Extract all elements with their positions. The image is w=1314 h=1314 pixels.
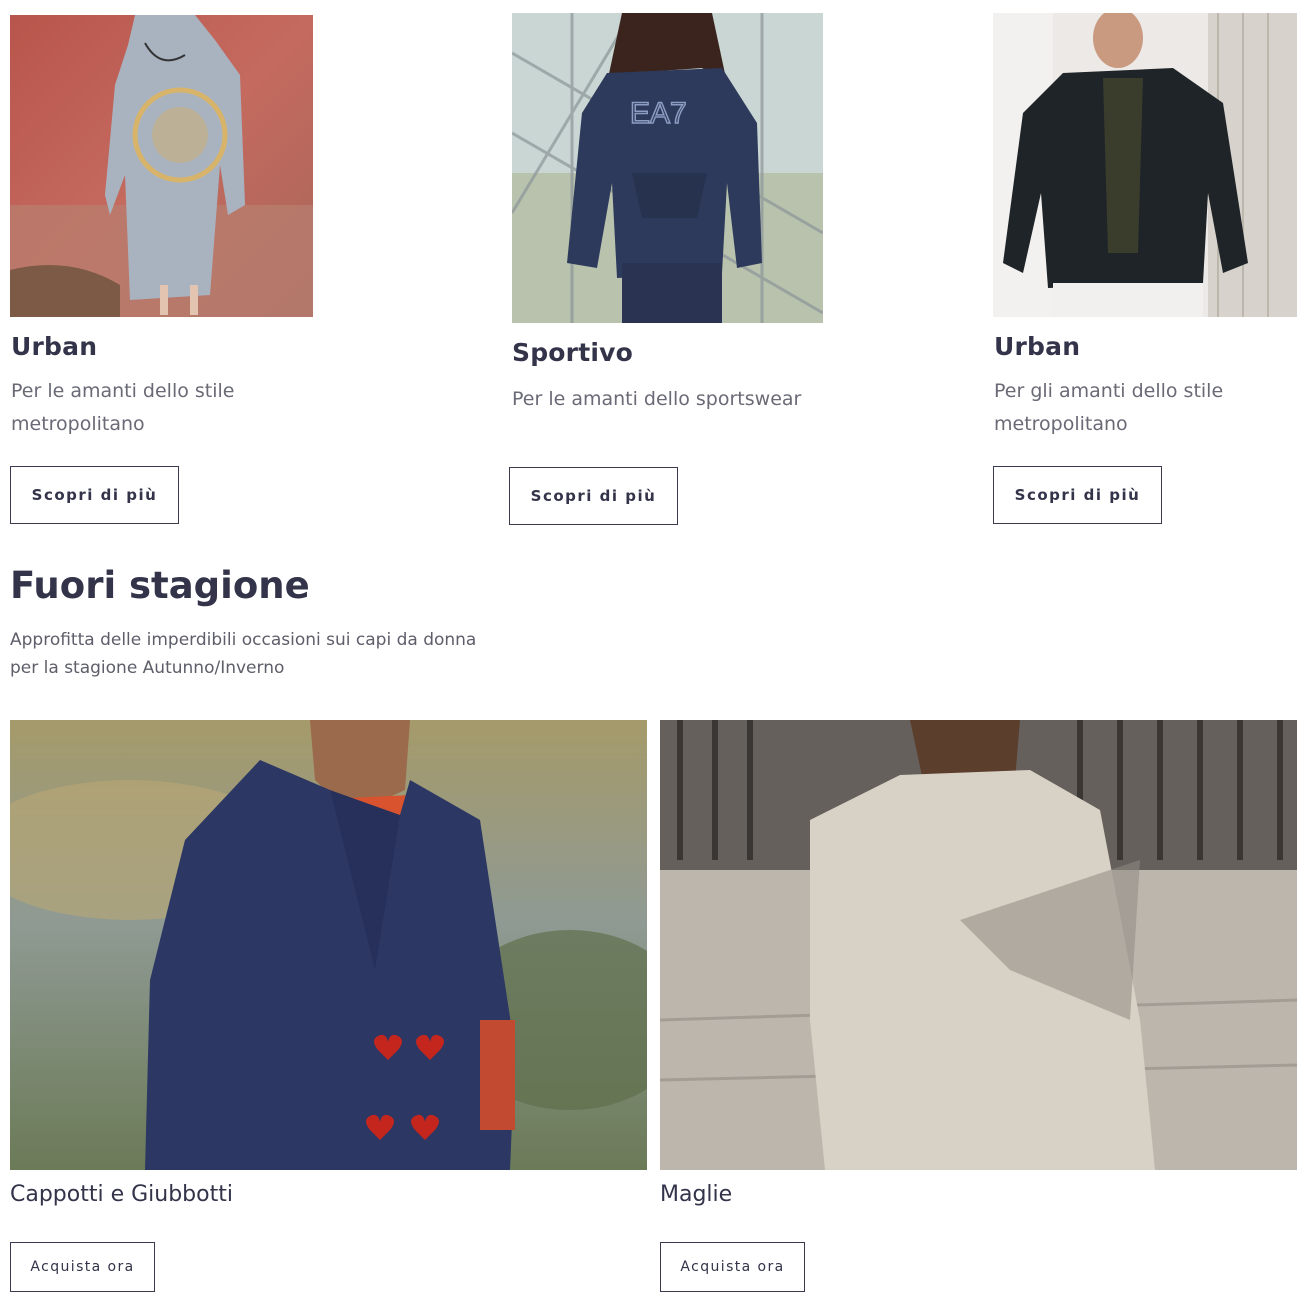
card-description: Per le amanti dello sportswear	[512, 388, 802, 410]
card-image-urban-women[interactable]	[10, 15, 313, 317]
card-image-sportivo[interactable]: EA7	[512, 13, 823, 323]
discover-more-button[interactable]: Scopri di più	[10, 466, 179, 524]
beige-sweater-photo	[660, 720, 1297, 1170]
card-image-urban-men[interactable]	[993, 13, 1297, 317]
discover-more-button[interactable]: Scopri di più	[993, 466, 1162, 524]
navy-coat-photo	[10, 720, 647, 1170]
card-title: Urban	[11, 332, 98, 361]
category-image-coats[interactable]	[10, 720, 647, 1170]
discover-more-button[interactable]: Scopri di più	[509, 467, 678, 525]
section-description: Approfitta delle imperdibili occasioni s…	[10, 630, 477, 678]
hoodie-dress-photo	[10, 15, 313, 317]
category-title: Cappotti e Giubbotti	[10, 1182, 233, 1207]
card-title: Urban	[994, 332, 1081, 361]
card-description: Per gli amanti dello stile metropolitano	[994, 380, 1224, 435]
sport-hoodie-photo: EA7	[512, 13, 823, 323]
card-title: Sportivo	[512, 338, 633, 367]
category-title: Maglie	[660, 1182, 733, 1207]
card-description: Per le amanti dello stile metropolitano	[11, 380, 235, 435]
shop-now-button[interactable]: Acquista ora	[10, 1242, 155, 1292]
section-title: Fuori stagione	[10, 564, 310, 607]
shop-now-button[interactable]: Acquista ora	[660, 1242, 805, 1292]
svg-text:EA7: EA7	[630, 97, 687, 130]
category-image-knitwear[interactable]	[660, 720, 1297, 1170]
leather-jacket-photo	[993, 13, 1297, 317]
